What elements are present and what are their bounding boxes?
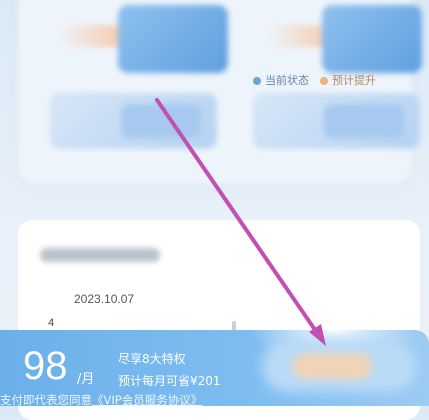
pay-button-label[interactable] — [292, 353, 372, 379]
price-value: 98 — [23, 344, 68, 388]
benefit-option[interactable] — [253, 93, 420, 149]
agreement-prefix: 支付即代表您同意 — [0, 393, 92, 407]
agreement-text: 支付即代表您同意《VIP会员服务协议》 — [0, 392, 275, 412]
benefit-tile[interactable] — [322, 5, 422, 73]
perk-line-1: 尽享8大特权 — [118, 352, 186, 366]
chart-y-tick: 4 — [48, 317, 55, 329]
chart-date: 2023.10.07 — [74, 292, 135, 306]
benefit-option[interactable] — [50, 93, 217, 149]
agreement-link[interactable]: 《VIP会员服务协议》 — [92, 393, 202, 407]
legend-predicted: 预计提升 — [320, 72, 376, 88]
price-unit: /月 — [77, 372, 95, 387]
benefit-option-inner — [324, 104, 404, 138]
legend-current: 当前状态 — [253, 72, 309, 88]
chart-title — [40, 248, 160, 262]
perk-line-2: 预计每月可省¥201 — [118, 374, 221, 388]
benefit-option-inner — [121, 104, 201, 138]
legend-predicted-label: 预计提升 — [332, 74, 376, 87]
legend-dot-current — [253, 77, 261, 85]
benefits-panel — [18, 0, 422, 185]
legend-current-label: 当前状态 — [265, 74, 309, 87]
legend-dot-predicted — [320, 77, 328, 85]
benefit-tile[interactable] — [118, 5, 228, 73]
